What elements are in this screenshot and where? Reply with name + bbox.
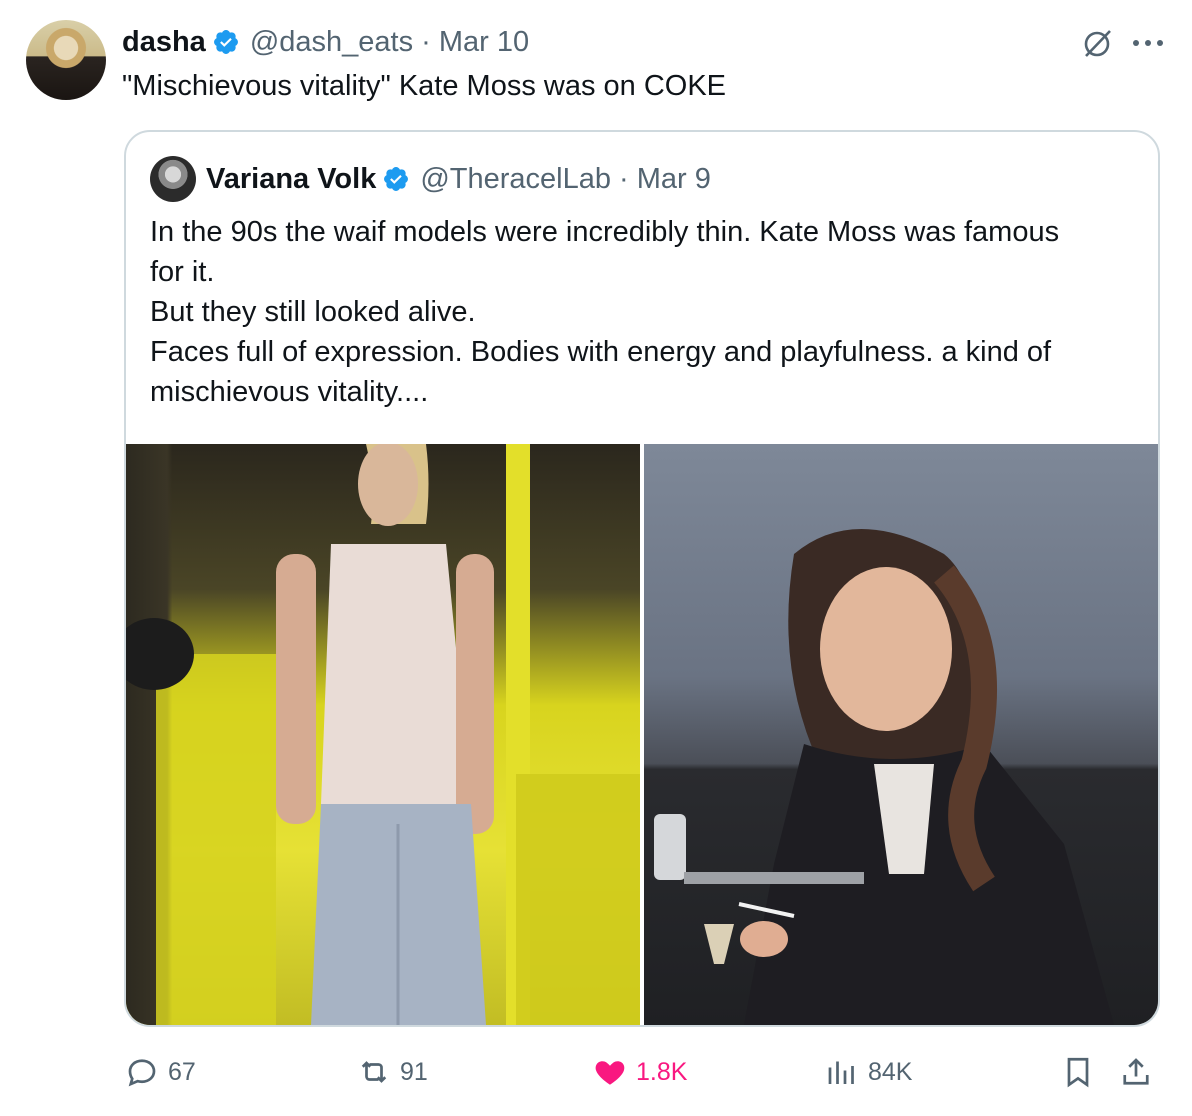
tweet-text: "Mischievous vitality" Kate Moss was on …	[122, 70, 727, 102]
bookmark-icon	[1067, 1057, 1089, 1088]
author-handle[interactable]: @dash_eats	[250, 26, 413, 59]
photo-kate-moss-illustration	[654, 529, 1114, 1025]
photo-model-runway-illustration	[126, 442, 640, 1025]
views-count: 84K	[868, 1057, 913, 1086]
photo-kate-moss[interactable]	[644, 444, 1158, 1025]
repost-button[interactable]: 91	[356, 1052, 428, 1092]
share-button[interactable]	[1118, 1052, 1162, 1092]
views-bar-chart-icon	[828, 1061, 854, 1084]
tweet-top-actions	[1080, 26, 1164, 60]
verified-badge-icon	[213, 30, 238, 54]
slashed-circle-icon[interactable]	[1080, 26, 1114, 60]
photo-model-runway[interactable]	[126, 442, 640, 1025]
reply-count: 67	[168, 1057, 196, 1086]
quoted-text-line: mischievous vitality....	[150, 376, 429, 408]
bookmark-button[interactable]	[1060, 1052, 1104, 1092]
like-count: 1.8K	[636, 1057, 688, 1086]
heart-icon	[595, 1061, 625, 1085]
tweet-date[interactable]: · Mar 10	[421, 26, 529, 59]
quoted-author-name: Variana Volk	[206, 162, 377, 195]
reply-bubble-icon	[128, 1059, 156, 1087]
author-avatar[interactable]	[26, 20, 106, 100]
views-button[interactable]: 84K	[824, 1052, 912, 1092]
quoted-text-line: But they still looked alive.	[150, 296, 476, 328]
share-upload-icon	[1123, 1058, 1149, 1085]
quoted-tweet-text: In the 90s the waif models were incredib…	[150, 212, 1140, 412]
repost-count: 91	[400, 1057, 428, 1086]
more-dots-icon[interactable]	[1132, 38, 1164, 48]
media-grid	[126, 442, 1158, 1025]
quoted-text-line: Faces full of expression. Bodies with en…	[150, 336, 1052, 368]
quoted-text-line: In the 90s the waif models were incredib…	[150, 216, 1060, 248]
quoted-date: · Mar 9	[619, 162, 711, 195]
quoted-text-line: for it.	[150, 256, 215, 288]
tweet-header: dasha @dash_eats · Mar 10	[122, 22, 529, 62]
repost-icon	[361, 1061, 387, 1083]
reply-button[interactable]: 67	[124, 1052, 196, 1092]
quoted-tweet-header: Variana Volk @TheracelLab · Mar 9	[150, 156, 711, 202]
like-button[interactable]: 1.8K	[592, 1052, 687, 1092]
verified-badge-icon	[384, 167, 409, 191]
tweet-action-bar: 67 91 1.8K 84K	[0, 1052, 1192, 1092]
quoted-author-avatar	[150, 156, 196, 202]
author-name[interactable]: dasha	[122, 26, 206, 59]
quoted-author-handle: @TheracelLab	[420, 162, 611, 195]
quoted-tweet[interactable]: Variana Volk @TheracelLab · Mar 9 In the…	[124, 130, 1160, 1027]
